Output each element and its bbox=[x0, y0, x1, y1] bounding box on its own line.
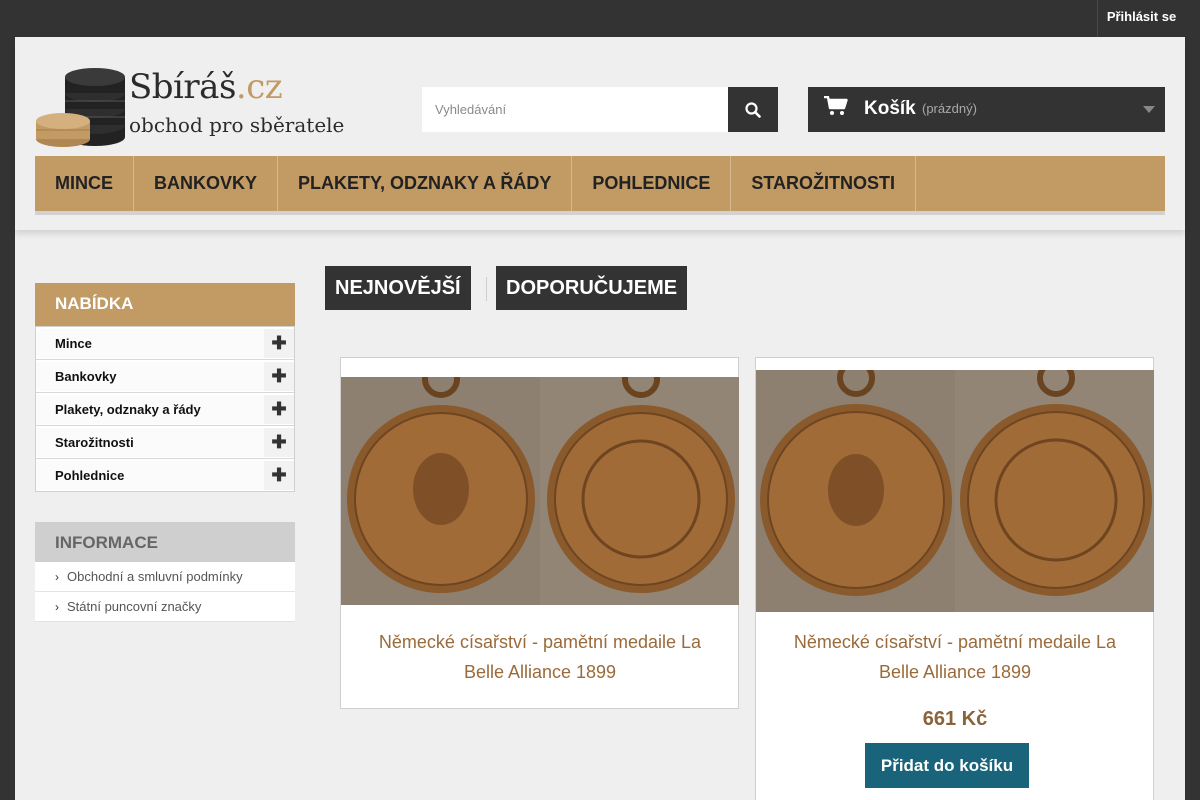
sidebar-item-plakety: Plakety, odznaky a řády ✚ bbox=[36, 393, 294, 426]
search-icon bbox=[745, 101, 761, 118]
product-price: 661 Kč bbox=[922, 708, 988, 730]
plus-icon[interactable]: ✚ bbox=[264, 329, 294, 358]
logo-tagline: obchod pro sběratele bbox=[129, 113, 345, 137]
info-link-label: Státní puncovní značky bbox=[67, 599, 202, 614]
product-image[interactable] bbox=[756, 370, 1154, 612]
chevron-right-icon: › bbox=[55, 600, 59, 614]
nav-item-pohlednice[interactable]: POHLEDNICE bbox=[572, 156, 732, 211]
info-link-terms[interactable]: › Obchodní a smluvní podmínky bbox=[35, 562, 295, 592]
top-bar: Přihlásit se bbox=[0, 0, 1200, 37]
search-button[interactable] bbox=[728, 87, 778, 132]
nav-item-plakety[interactable]: PLAKETY, ODZNAKY A ŘÁDY bbox=[278, 156, 573, 211]
search-input[interactable] bbox=[422, 87, 728, 132]
nav-item-mince[interactable]: MINCE bbox=[35, 156, 134, 211]
cart-status: (prázdný) bbox=[922, 101, 977, 116]
product-card: Německé císařství - pamětní medaile La B… bbox=[340, 357, 739, 709]
chevron-right-icon: › bbox=[55, 570, 59, 584]
info-link-hallmarks[interactable]: › Státní puncovní značky bbox=[35, 592, 295, 622]
tab-recommended[interactable]: DOPORUČUJEME bbox=[496, 266, 688, 310]
sidebar-category-list: Mince ✚ Bankovky ✚ Plakety, odznaky a řá… bbox=[35, 326, 295, 492]
cart-button[interactable]: Košík (prázdný) bbox=[808, 87, 1165, 132]
sidebar-item-bankovky: Bankovky ✚ bbox=[36, 360, 294, 393]
tab-divider bbox=[486, 277, 487, 301]
cart-icon bbox=[824, 96, 848, 115]
plus-icon[interactable]: ✚ bbox=[264, 461, 294, 490]
site-logo[interactable]: Sbíráš.cz obchod pro sběratele bbox=[35, 59, 344, 149]
sidebar-item-label[interactable]: Bankovky bbox=[36, 362, 264, 391]
sidebar-item-mince: Mince ✚ bbox=[36, 327, 294, 360]
medal-photo bbox=[341, 377, 739, 605]
product-title[interactable]: Německé císařství - pamětní medaile La B… bbox=[361, 627, 719, 687]
sidebar-item-pohlednice: Pohlednice ✚ bbox=[36, 459, 294, 492]
caret-down-icon bbox=[1143, 106, 1155, 113]
tab-newest[interactable]: NEJNOVĚJŠÍ bbox=[325, 266, 471, 310]
info-title: INFORMACE bbox=[35, 522, 295, 562]
login-link[interactable]: Přihlásit se bbox=[1097, 0, 1185, 37]
product-title[interactable]: Německé císařství - pamětní medaile La B… bbox=[776, 627, 1134, 687]
add-to-cart-button[interactable]: Přidat do košíku bbox=[865, 743, 1029, 788]
sidebar-item-label[interactable]: Pohlednice bbox=[36, 461, 264, 490]
nav-item-starozitnosti[interactable]: STAROŽITNOSTI bbox=[731, 156, 917, 211]
product-image[interactable] bbox=[341, 377, 739, 605]
search-form bbox=[422, 87, 778, 132]
medal-photo bbox=[756, 370, 1154, 612]
nav-item-bankovky[interactable]: BANKOVKY bbox=[134, 156, 279, 211]
main-navigation: MINCE BANKOVKY PLAKETY, ODZNAKY A ŘÁDY P… bbox=[35, 156, 1165, 215]
plus-icon[interactable]: ✚ bbox=[264, 428, 294, 457]
logo-title: Sbíráš.cz bbox=[129, 67, 283, 107]
coin-stack-logo-icon bbox=[36, 68, 125, 147]
page-container: Sbíráš.cz obchod pro sběratele Košík (pr… bbox=[15, 37, 1185, 800]
sidebar-item-starozitnosti: Starožitnosti ✚ bbox=[36, 426, 294, 459]
plus-icon[interactable]: ✚ bbox=[264, 395, 294, 424]
sidebar-item-label[interactable]: Starožitnosti bbox=[36, 428, 264, 457]
info-list: › Obchodní a smluvní podmínky › Státní pun… bbox=[35, 562, 295, 622]
cart-label: Košík bbox=[864, 98, 916, 119]
sidebar-item-label[interactable]: Mince bbox=[36, 329, 264, 358]
info-link-label: Obchodní a smluvní podmínky bbox=[67, 569, 243, 584]
plus-icon[interactable]: ✚ bbox=[264, 362, 294, 391]
product-card: Německé císařství - pamětní medaile La B… bbox=[755, 357, 1154, 800]
sidebar-title: NABÍDKA bbox=[35, 283, 295, 326]
sidebar-item-label[interactable]: Plakety, odznaky a řády bbox=[36, 395, 264, 424]
